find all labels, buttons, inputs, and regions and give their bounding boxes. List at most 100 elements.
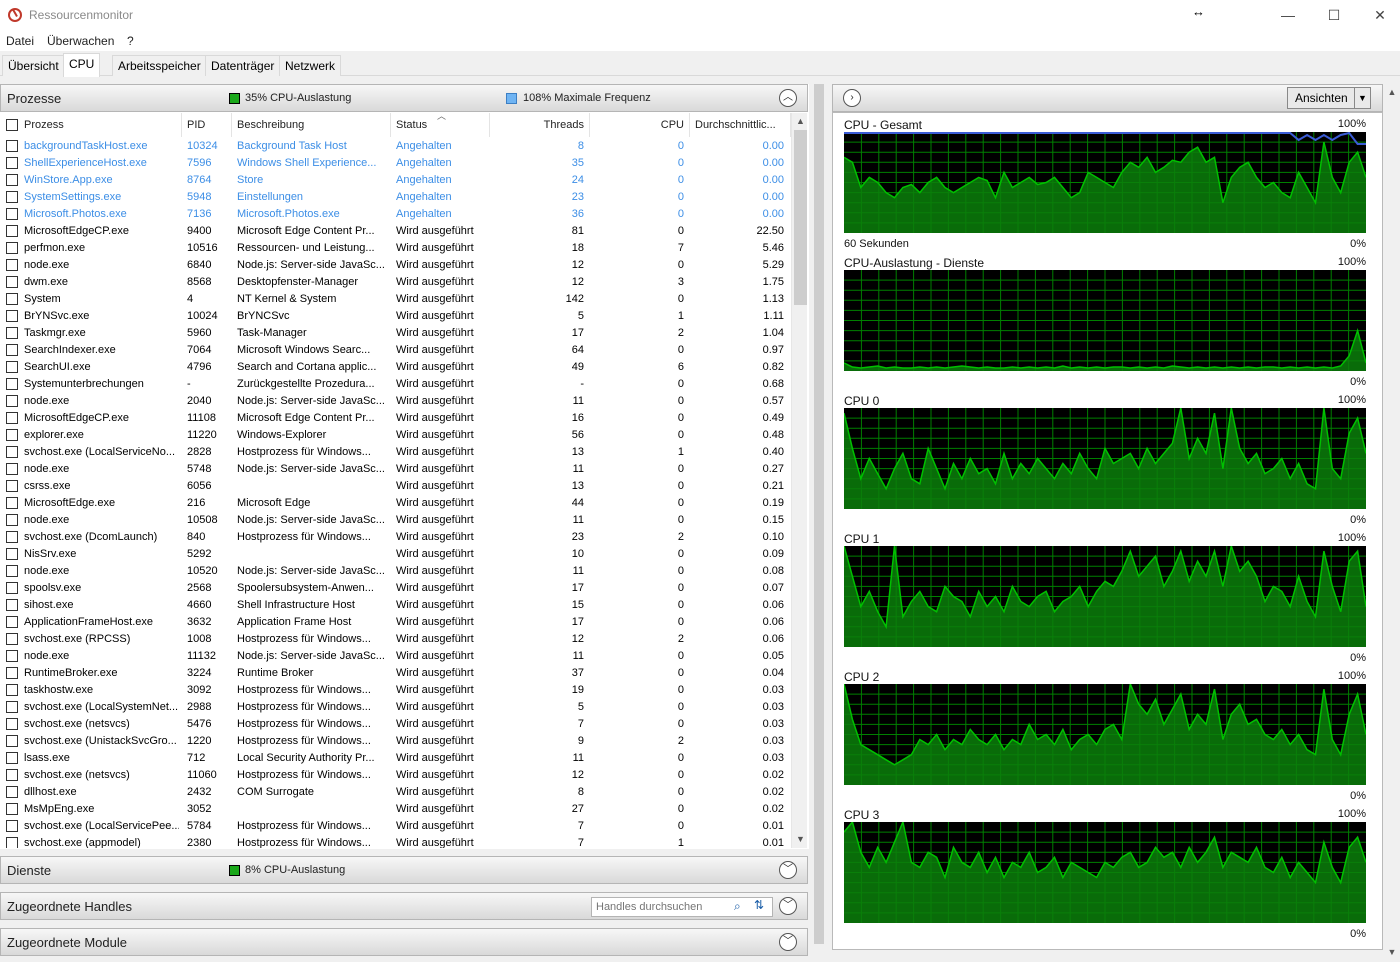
minimize-button[interactable]: — <box>1265 0 1311 31</box>
table-row[interactable]: spoolsv.exe 2568 Spoolersubsystem-Anwen...… <box>1 580 790 597</box>
row-checkbox[interactable] <box>6 786 18 798</box>
row-checkbox[interactable] <box>6 242 18 254</box>
expand-down-icon[interactable]: ﹀ <box>779 933 797 951</box>
row-checkbox[interactable] <box>6 276 18 288</box>
table-row[interactable]: SearchIndexer.exe 7064 Microsoft Windows S… <box>1 342 790 359</box>
tab-cpu[interactable]: CPU <box>63 53 101 77</box>
select-all-checkbox[interactable] <box>6 119 18 131</box>
table-row[interactable]: node.exe 5748 Node.js: Server-side JavaSc.… <box>1 461 790 478</box>
tab-memory[interactable]: Arbeitsspeicher <box>112 55 207 76</box>
right-scrollbar[interactable]: ▲ ▼ <box>1384 84 1400 962</box>
main-scrollbar[interactable] <box>812 84 826 962</box>
row-checkbox[interactable] <box>6 157 18 169</box>
row-checkbox[interactable] <box>6 480 18 492</box>
dropdown-arrow-icon[interactable]: ▼ <box>1354 88 1370 108</box>
row-checkbox[interactable] <box>6 820 18 832</box>
table-row[interactable]: MsMpEng.exe 3052 Wird ausgeführt 27 0 0.02 <box>1 801 790 818</box>
row-checkbox[interactable] <box>6 191 18 203</box>
table-row[interactable]: ApplicationFrameHost.exe 3632 Application … <box>1 614 790 631</box>
row-checkbox[interactable] <box>6 735 18 747</box>
maximize-button[interactable]: ☐ <box>1311 0 1357 31</box>
row-checkbox[interactable] <box>6 225 18 237</box>
table-row[interactable]: NisSrv.exe 5292 Wird ausgeführt 10 0 0.09 <box>1 546 790 563</box>
row-checkbox[interactable] <box>6 752 18 764</box>
table-row[interactable]: taskhostw.exe 3092 Hostprozess für Windows… <box>1 682 790 699</box>
col-avg-cpu[interactable]: Durchschnittlic... <box>690 113 791 137</box>
row-checkbox[interactable] <box>6 616 18 628</box>
table-row[interactable]: svchost.exe (RPCSS) 1008 Hostprozess für W… <box>1 631 790 648</box>
table-row[interactable]: MicrosoftEdgeCP.exe 11108 Microsoft Edge C… <box>1 410 790 427</box>
menu-file[interactable]: Datei <box>6 34 34 48</box>
col-description[interactable]: Beschreibung <box>232 113 391 137</box>
col-process[interactable]: Prozess <box>19 113 182 137</box>
table-row[interactable]: lsass.exe 712 Local Security Authority Pr.… <box>1 750 790 767</box>
row-checkbox[interactable] <box>6 259 18 271</box>
table-row[interactable]: Microsoft.Photos.exe 7136 Microsoft.Photos… <box>1 206 790 223</box>
table-row[interactable]: node.exe 6840 Node.js: Server-side JavaSc.… <box>1 257 790 274</box>
handles-header[interactable]: Zugeordnete Handles ⌕ ⇅ ﹀ <box>0 892 808 920</box>
row-checkbox[interactable] <box>6 361 18 373</box>
refresh-icon[interactable]: ⇅ <box>754 898 764 912</box>
row-checkbox[interactable] <box>6 684 18 696</box>
table-row[interactable]: dwm.exe 8568 Desktopfenster-Manager Wird au… <box>1 274 790 291</box>
chevron-right-icon[interactable]: › <box>843 89 861 107</box>
row-checkbox[interactable] <box>6 650 18 662</box>
services-header[interactable]: Dienste 8% CPU-Auslastung ﹀ <box>0 856 808 884</box>
table-row[interactable]: BrYNSvc.exe 10024 BrYNCSvc Wird ausgeführt 5… <box>1 308 790 325</box>
row-checkbox[interactable] <box>6 293 18 305</box>
expand-down-icon[interactable]: ﹀ <box>779 897 797 915</box>
row-checkbox[interactable] <box>6 599 18 611</box>
table-row[interactable]: svchost.exe (netsvcs) 5476 Hostprozess für… <box>1 716 790 733</box>
table-row[interactable]: node.exe 11132 Node.js: Server-side JavaSc… <box>1 648 790 665</box>
row-checkbox[interactable] <box>6 548 18 560</box>
row-checkbox[interactable] <box>6 837 18 848</box>
table-row[interactable]: explorer.exe 11220 Windows-Explorer Wird au… <box>1 427 790 444</box>
modules-header[interactable]: Zugeordnete Module ﹀ <box>0 928 808 956</box>
tab-overview[interactable]: Übersicht <box>2 55 65 76</box>
row-checkbox[interactable] <box>6 582 18 594</box>
scroll-thumb[interactable] <box>794 130 807 305</box>
row-checkbox[interactable] <box>6 718 18 730</box>
search-icon[interactable]: ⌕ <box>734 899 741 914</box>
row-checkbox[interactable] <box>6 667 18 679</box>
row-checkbox[interactable] <box>6 514 18 526</box>
tab-disk[interactable]: Datenträger <box>205 55 281 76</box>
table-row[interactable]: node.exe 10520 Node.js: Server-side JavaSc… <box>1 563 790 580</box>
scroll-up-icon[interactable]: ▲ <box>1384 84 1400 100</box>
table-row[interactable]: svchost.exe (appmodel) 2380 Hostprozess fü… <box>1 835 790 848</box>
table-row[interactable]: Taskmgr.exe 5960 Task-Manager Wird ausgefüh… <box>1 325 790 342</box>
table-row[interactable]: svchost.exe (netsvcs) 11060 Hostprozess fü… <box>1 767 790 784</box>
processes-header[interactable]: Prozesse 35% CPU-Auslastung 108% Maximal… <box>0 84 808 112</box>
row-checkbox[interactable] <box>6 344 18 356</box>
scroll-down-icon[interactable]: ▼ <box>792 831 807 848</box>
col-pid[interactable]: PID <box>182 113 232 137</box>
scroll-up-icon[interactable]: ▲ <box>792 113 807 130</box>
table-row[interactable]: backgroundTaskHost.exe 10324 Background Ta… <box>1 138 790 155</box>
table-row[interactable]: WinStore.App.exe 8764 Store Angehalten 24 0 0.… <box>1 172 790 189</box>
row-checkbox[interactable] <box>6 803 18 815</box>
table-row[interactable]: svchost.exe (DcomLaunch) 840 Hostprozess f… <box>1 529 790 546</box>
table-row[interactable]: node.exe 10508 Node.js: Server-side JavaSc… <box>1 512 790 529</box>
row-checkbox[interactable] <box>6 310 18 322</box>
table-row[interactable]: SystemSettings.exe 5948 Einstellungen Angeh… <box>1 189 790 206</box>
main-scroll-thumb[interactable] <box>814 84 824 944</box>
table-row[interactable]: MicrosoftEdgeCP.exe 9400 Microsoft Edge Co… <box>1 223 790 240</box>
tab-network[interactable]: Netzwerk <box>279 55 342 76</box>
row-checkbox[interactable] <box>6 412 18 424</box>
table-row[interactable]: MicrosoftEdge.exe 216 Microsoft Edge Wird a… <box>1 495 790 512</box>
row-checkbox[interactable] <box>6 395 18 407</box>
row-checkbox[interactable] <box>6 701 18 713</box>
table-row[interactable]: svchost.exe (LocalSystemNet... 2988 Hostpr… <box>1 699 790 716</box>
table-row[interactable]: ShellExperienceHost.exe 7596 Windows Shell… <box>1 155 790 172</box>
row-checkbox[interactable] <box>6 446 18 458</box>
row-checkbox[interactable] <box>6 140 18 152</box>
table-row[interactable]: svchost.exe (LocalServicePee... 5784 Hostp… <box>1 818 790 835</box>
table-row[interactable]: csrss.exe 6056 Wird ausgeführt 13 0 0.21 <box>1 478 790 495</box>
row-checkbox[interactable] <box>6 174 18 186</box>
collapse-up-icon[interactable]: ︿ <box>779 89 797 107</box>
process-scrollbar[interactable]: ▲ ▼ <box>791 113 807 848</box>
row-checkbox[interactable] <box>6 208 18 220</box>
table-row[interactable]: svchost.exe (UnistackSvcGro... 1220 Hostpr… <box>1 733 790 750</box>
table-row[interactable]: svchost.exe (LocalServiceNo... 2828 Hostpr… <box>1 444 790 461</box>
close-button[interactable]: ✕ <box>1357 0 1400 31</box>
